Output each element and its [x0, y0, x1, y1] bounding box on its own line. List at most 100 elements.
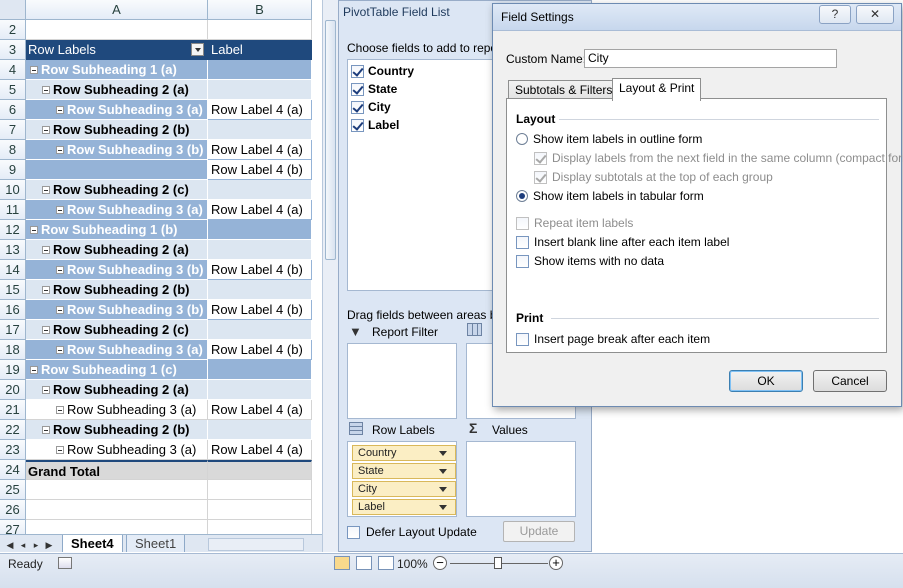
row-chip-city[interactable]: City: [352, 481, 456, 497]
next-sheet-icon[interactable]: ▸: [30, 538, 42, 552]
label-cell[interactable]: [208, 60, 312, 80]
row-header[interactable]: 14: [0, 260, 26, 280]
collapse-icon[interactable]: [56, 266, 64, 274]
close-button[interactable]: ✕: [856, 5, 894, 24]
row-header[interactable]: 25: [0, 480, 26, 500]
collapse-icon[interactable]: [56, 346, 64, 354]
checkbox-icon[interactable]: [347, 525, 360, 539]
checkbox-icon[interactable]: [351, 82, 364, 96]
radio-icon[interactable]: [516, 133, 528, 145]
label-cell[interactable]: [208, 120, 312, 140]
macro-record-icon[interactable]: [58, 557, 72, 569]
collapse-icon[interactable]: [42, 186, 50, 194]
row-header[interactable]: 21: [0, 400, 26, 420]
label-cell[interactable]: Row Label 4 (b): [208, 340, 312, 360]
update-button[interactable]: Update: [503, 521, 575, 542]
collapse-icon[interactable]: [30, 66, 38, 74]
checkbox-icon[interactable]: [351, 100, 364, 114]
row-header[interactable]: 9: [0, 160, 26, 180]
cell[interactable]: [26, 20, 208, 40]
report-filter-area[interactable]: [347, 343, 457, 419]
normal-view-icon[interactable]: [334, 556, 350, 570]
outline-form-radio[interactable]: Show item labels in outline form: [516, 132, 702, 146]
defer-layout-checkbox[interactable]: Defer Layout Update: [347, 525, 477, 539]
collapse-icon[interactable]: [30, 226, 38, 234]
row-chip-country[interactable]: Country: [352, 445, 456, 461]
row-header[interactable]: 3: [0, 40, 26, 60]
collapse-icon[interactable]: [56, 306, 64, 314]
label-cell[interactable]: Row Label 4 (a): [208, 440, 312, 460]
label-cell[interactable]: Row Label 4 (a): [208, 200, 312, 220]
row-label-cell[interactable]: Row Subheading 3 (a): [26, 340, 208, 360]
label-cell[interactable]: [208, 180, 312, 200]
collapse-icon[interactable]: [42, 86, 50, 94]
row-label-cell[interactable]: Row Subheading 3 (b): [26, 260, 208, 280]
label-cell[interactable]: [208, 320, 312, 340]
field-city[interactable]: City: [351, 100, 391, 114]
row-labels-header[interactable]: Row Labels: [26, 40, 208, 60]
label-cell[interactable]: [208, 240, 312, 260]
collapse-icon[interactable]: [56, 206, 64, 214]
row-header[interactable]: 19: [0, 360, 26, 380]
row-header[interactable]: 23: [0, 440, 26, 460]
row-labels-area[interactable]: Country State City Label: [347, 441, 457, 517]
row-chip-label[interactable]: Label: [352, 499, 456, 515]
row-label-cell[interactable]: Row Subheading 3 (a): [26, 100, 208, 120]
row-label-cell[interactable]: Row Subheading 2 (c): [26, 320, 208, 340]
page-break-checkbox[interactable]: Insert page break after each item: [516, 332, 710, 346]
scroll-thumb[interactable]: [325, 20, 336, 260]
row-header[interactable]: 16: [0, 300, 26, 320]
grand-total-label[interactable]: Grand Total: [26, 460, 208, 480]
row-header[interactable]: 2: [0, 20, 26, 40]
radio-selected-icon[interactable]: [516, 190, 528, 202]
prev-sheet-icon[interactable]: ◂: [17, 538, 29, 552]
values-area[interactable]: [466, 441, 576, 517]
help-button[interactable]: ?: [819, 5, 851, 24]
zoom-slider-thumb[interactable]: [494, 557, 502, 569]
vertical-scrollbar[interactable]: [322, 0, 338, 552]
collapse-icon[interactable]: [56, 106, 64, 114]
row-label-cell[interactable]: Row Subheading 2 (a): [26, 240, 208, 260]
row-label-cell[interactable]: Row Subheading 2 (b): [26, 280, 208, 300]
last-sheet-icon[interactable]: ▶: [43, 538, 55, 552]
field-label[interactable]: Label: [351, 118, 399, 132]
row-header[interactable]: 13: [0, 240, 26, 260]
row-header[interactable]: 12: [0, 220, 26, 240]
dialog-titlebar[interactable]: Field Settings ? ✕: [493, 4, 901, 31]
cell[interactable]: [26, 480, 208, 500]
row-label-cell[interactable]: Row Subheading 2 (a): [26, 80, 208, 100]
cell[interactable]: [26, 500, 208, 520]
collapse-icon[interactable]: [56, 446, 64, 454]
row-header[interactable]: 7: [0, 120, 26, 140]
collapse-icon[interactable]: [42, 246, 50, 254]
row-label-cell[interactable]: Row Subheading 2 (b): [26, 120, 208, 140]
ok-button[interactable]: OK: [729, 370, 803, 392]
row-header[interactable]: 8: [0, 140, 26, 160]
row-label-cell[interactable]: Row Subheading 2 (c): [26, 180, 208, 200]
label-cell[interactable]: Row Label 4 (a): [208, 100, 312, 120]
row-label-cell[interactable]: Row Subheading 3 (a): [26, 400, 208, 420]
page-break-view-icon[interactable]: [378, 556, 394, 570]
checkbox-icon[interactable]: [351, 118, 364, 132]
collapse-icon[interactable]: [56, 146, 64, 154]
tab-sheet4[interactable]: Sheet4: [62, 535, 123, 552]
row-header[interactable]: 18: [0, 340, 26, 360]
collapse-icon[interactable]: [56, 406, 64, 414]
label-cell[interactable]: [208, 280, 312, 300]
row-label-cell[interactable]: Row Subheading 1 (a): [26, 60, 208, 80]
row-header[interactable]: 20: [0, 380, 26, 400]
zoom-level[interactable]: 100%: [397, 557, 428, 571]
tabular-form-radio[interactable]: Show item labels in tabular form: [516, 189, 704, 203]
cell[interactable]: [208, 20, 312, 40]
row-header[interactable]: 11: [0, 200, 26, 220]
row-label-cell[interactable]: Row Subheading 3 (a): [26, 200, 208, 220]
row-label-cell[interactable]: Row Subheading 3 (b): [26, 300, 208, 320]
column-header-a[interactable]: A: [26, 0, 208, 20]
column-header-b[interactable]: B: [208, 0, 312, 20]
row-header[interactable]: 26: [0, 500, 26, 520]
label-cell[interactable]: [208, 220, 312, 240]
collapse-icon[interactable]: [42, 386, 50, 394]
field-country[interactable]: Country: [351, 64, 414, 78]
label-cell[interactable]: Row Label 4 (b): [208, 160, 312, 180]
checkbox-icon[interactable]: [351, 64, 364, 78]
